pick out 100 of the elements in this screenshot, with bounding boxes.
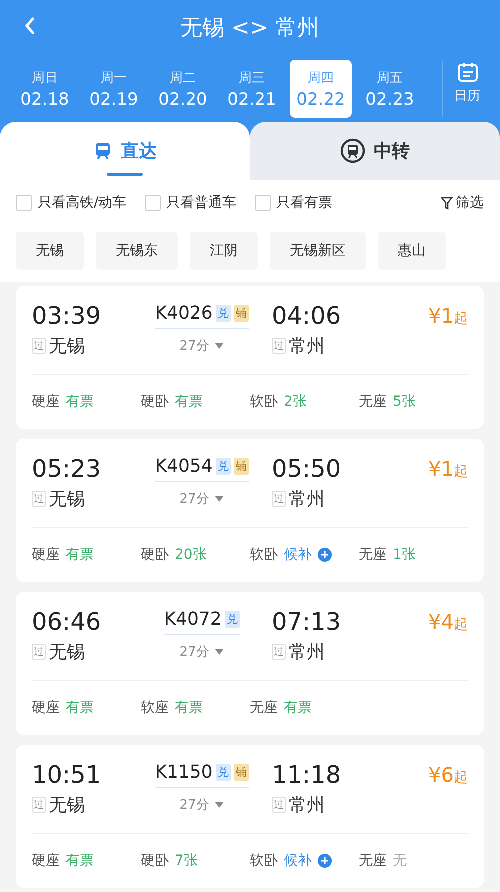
price: ¥4起 [428, 610, 468, 634]
train-badge: 兑 [224, 611, 240, 628]
duration-toggle[interactable]: 27分 [180, 796, 224, 814]
arrival-station: 常州 [289, 335, 325, 358]
route-title: 无锡 <> 常州 [180, 15, 320, 43]
station-tag: 过 [272, 338, 286, 354]
seat-class: 软卧 [250, 393, 278, 411]
station-tag: 过 [272, 797, 286, 813]
seat-availability: 5张 [393, 393, 416, 411]
station-tag: 过 [32, 338, 46, 354]
train-card[interactable]: 05:23 K4054 兑 铺 05:50 ¥1起 过 无锡 27分 过 常州 硬座 有票 硬卧 20张 软卧 候补 无座 1张 [16, 439, 484, 582]
filter-checkbox[interactable]: 只看有票 [254, 194, 333, 212]
station-chip[interactable]: 惠山 [378, 232, 446, 270]
departure-time: 06:46 [32, 608, 102, 636]
filter-icon [441, 196, 453, 210]
station-tag: 过 [32, 644, 46, 660]
duration-toggle[interactable]: 27分 [180, 490, 224, 508]
seat-class: 硬座 [32, 852, 60, 870]
departure-station: 无锡 [49, 794, 85, 817]
seat-class: 硬卧 [141, 393, 169, 411]
trip-type-tab[interactable]: 中转 [250, 122, 500, 180]
caret-icon [215, 496, 224, 502]
train-badge: 铺 [234, 458, 249, 475]
add-icon[interactable] [318, 548, 332, 562]
seat-availability: 有票 [284, 699, 312, 717]
seat-availability: 1张 [393, 546, 416, 564]
seat-class: 无座 [359, 393, 387, 411]
train-card[interactable]: 03:39 K4026 兑 铺 04:06 ¥1起 过 无锡 27分 过 常州 硬座 有票 硬卧 有票 软卧 2张 无座 5张 [16, 286, 484, 429]
seat-class: 无座 [359, 852, 387, 870]
station-tag: 过 [32, 491, 46, 507]
arrival-station: 常州 [289, 488, 325, 511]
add-icon[interactable] [318, 854, 332, 868]
trip-type-tab[interactable]: 直达 [0, 122, 250, 180]
seat-availability: 有票 [66, 546, 94, 564]
departure-time: 10:51 [32, 761, 102, 789]
seat-availability: 有票 [66, 852, 94, 870]
arrival-station: 常州 [289, 641, 325, 664]
train-number: K4054 [155, 456, 213, 477]
filter-checkbox[interactable]: 只看高铁/动车 [16, 194, 127, 212]
train-number: K4026 [155, 303, 213, 324]
train-badge: 兑 [216, 305, 231, 322]
station-tag: 过 [272, 644, 286, 660]
seat-availability: 有票 [66, 393, 94, 411]
train-badge: 兑 [216, 764, 231, 781]
caret-icon [215, 343, 224, 349]
departure-time: 05:23 [32, 455, 102, 483]
seat-class: 软座 [141, 699, 169, 717]
back-icon[interactable] [24, 16, 36, 36]
caret-icon [215, 802, 224, 808]
departure-time: 03:39 [32, 302, 102, 330]
filter-button[interactable]: 筛选 [441, 194, 484, 212]
caret-icon [215, 649, 224, 655]
duration-toggle[interactable]: 27分 [180, 337, 224, 355]
seat-class: 无座 [359, 546, 387, 564]
station-chip[interactable]: 无锡东 [96, 232, 178, 270]
train-badge: 铺 [234, 305, 249, 322]
departure-station: 无锡 [49, 641, 85, 664]
station-chip[interactable]: 无锡 [16, 232, 84, 270]
train-card[interactable]: 06:46 K4072 兑 07:13 ¥4起 过 无锡 27分 过 常州 硬座 有票 软座 有票 无座 有票 [16, 592, 484, 735]
seat-class: 硬座 [32, 546, 60, 564]
station-chip[interactable]: 无锡新区 [270, 232, 366, 270]
seat-availability: 20张 [175, 546, 207, 564]
seat-availability: 无 [393, 852, 407, 870]
seat-class: 硬卧 [141, 546, 169, 564]
price: ¥6起 [428, 763, 468, 787]
train-number: K1150 [155, 762, 213, 783]
calendar-icon [456, 61, 478, 83]
arrival-time: 11:18 [272, 761, 342, 789]
seat-availability: 2张 [284, 393, 307, 411]
train-circle-icon [340, 138, 366, 164]
seat-class: 硬座 [32, 393, 60, 411]
train-badge: 铺 [234, 764, 249, 781]
seat-class: 无座 [250, 699, 278, 717]
filter-checkbox[interactable]: 只看普通车 [144, 194, 237, 212]
departure-station: 无锡 [49, 335, 85, 358]
departure-station: 无锡 [49, 488, 85, 511]
seat-availability: 有票 [175, 393, 203, 411]
seat-availability: 有票 [175, 699, 203, 717]
train-icon [93, 141, 113, 161]
seat-class: 硬卧 [141, 852, 169, 870]
seat-class: 硬座 [32, 699, 60, 717]
duration-toggle[interactable]: 27分 [180, 643, 224, 661]
seat-availability: 候补 [284, 546, 312, 564]
price: ¥1起 [428, 457, 468, 481]
seat-class: 软卧 [250, 546, 278, 564]
seat-availability: 候补 [284, 852, 312, 870]
seat-availability: 7张 [175, 852, 198, 870]
price: ¥1起 [428, 304, 468, 328]
arrival-time: 07:13 [272, 608, 342, 636]
seat-availability: 有票 [66, 699, 94, 717]
arrival-time: 04:06 [272, 302, 342, 330]
train-badge: 兑 [216, 458, 231, 475]
station-tag: 过 [272, 491, 286, 507]
arrival-time: 05:50 [272, 455, 342, 483]
train-number: K4072 [164, 609, 222, 630]
station-tag: 过 [32, 797, 46, 813]
seat-class: 软卧 [250, 852, 278, 870]
arrival-station: 常州 [289, 794, 325, 817]
station-chip[interactable]: 江阴 [190, 232, 258, 270]
train-card[interactable]: 10:51 K1150 兑 铺 11:18 ¥6起 过 无锡 27分 过 常州 硬座 有票 硬卧 7张 软卧 候补 无座 无 [16, 745, 484, 888]
